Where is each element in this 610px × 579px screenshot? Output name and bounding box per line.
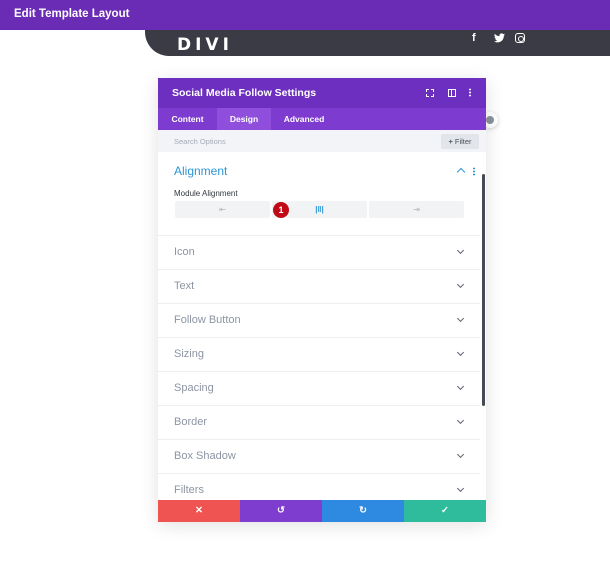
align-right-icon[interactable]: ⇥ [369,201,464,218]
section-box-shadow[interactable]: Box Shadow [158,439,480,473]
page-header-preview: DIVI f [145,30,610,56]
section-follow-button[interactable]: Follow Button [158,303,480,337]
plus-icon: + [448,137,453,146]
chevron-up-icon[interactable] [456,167,466,177]
redo-button[interactable]: ↻ [322,500,404,522]
align-left-icon[interactable]: ⇤ [175,201,270,218]
filter-button[interactable]: + Filter [441,134,479,149]
section-label: Icon [174,246,195,258]
alignment-section: Alignment Module Alignment ⇤ |‖| ⇥ 1 [158,152,486,236]
scrollbar[interactable] [482,174,485,406]
chevron-down-icon[interactable] [456,484,465,493]
section-more-icon[interactable] [473,167,475,176]
window-title: Edit Template Layout [14,8,130,20]
panel-header: Social Media Follow Settings [158,78,486,108]
chevron-down-icon[interactable] [456,450,465,459]
section-label: Sizing [174,348,204,360]
save-button[interactable]: ✓ [404,500,486,522]
tab-content[interactable]: Content [158,108,217,130]
divi-logo: DIVI [177,35,233,55]
instagram-icon[interactable] [515,33,525,43]
section-label: Spacing [174,382,214,394]
panel-title: Social Media Follow Settings [172,87,317,99]
search-options-bar: Search Options + Filter [158,130,486,152]
section-label: Follow Button [174,314,241,326]
split-view-icon[interactable] [448,89,456,97]
chevron-down-icon[interactable] [456,246,465,255]
section-spacing[interactable]: Spacing [158,371,480,405]
chevron-down-icon[interactable] [456,382,465,391]
section-sizing[interactable]: Sizing [158,337,480,371]
filter-label: Filter [454,137,472,146]
step-badge: 1 [273,202,289,218]
expand-icon[interactable] [426,89,434,97]
chevron-down-icon[interactable] [456,314,465,323]
section-label: Filters [174,484,204,496]
section-text[interactable]: Text [158,269,480,303]
facebook-icon[interactable]: f [472,32,476,44]
chevron-down-icon[interactable] [456,416,465,425]
tab-advanced[interactable]: Advanced [271,108,337,130]
alignment-title[interactable]: Alignment [174,164,227,178]
undo-button[interactable]: ↺ [240,500,322,522]
section-label: Box Shadow [174,450,236,462]
module-alignment-label: Module Alignment [174,189,238,198]
cancel-button[interactable]: ✕ [158,500,240,522]
section-label: Border [174,416,208,428]
section-label: Text [174,280,195,292]
search-input[interactable]: Search Options [174,137,226,146]
top-bar: Edit Template Layout [0,0,610,30]
chevron-down-icon[interactable] [456,280,465,289]
chevron-down-icon[interactable] [456,348,465,357]
action-bar: ✕ ↺ ↻ ✓ [158,500,486,522]
settings-panel: Social Media Follow Settings Content Des… [158,78,486,522]
tab-design[interactable]: Design [217,108,271,130]
more-options-icon[interactable] [469,88,471,97]
section-border[interactable]: Border [158,405,480,439]
settings-sections: Icon Text Follow Button Sizing Spacing B… [158,235,480,507]
panel-tabs: Content Design Advanced [158,108,486,130]
section-icon[interactable]: Icon [158,235,480,269]
twitter-icon[interactable] [494,33,505,43]
